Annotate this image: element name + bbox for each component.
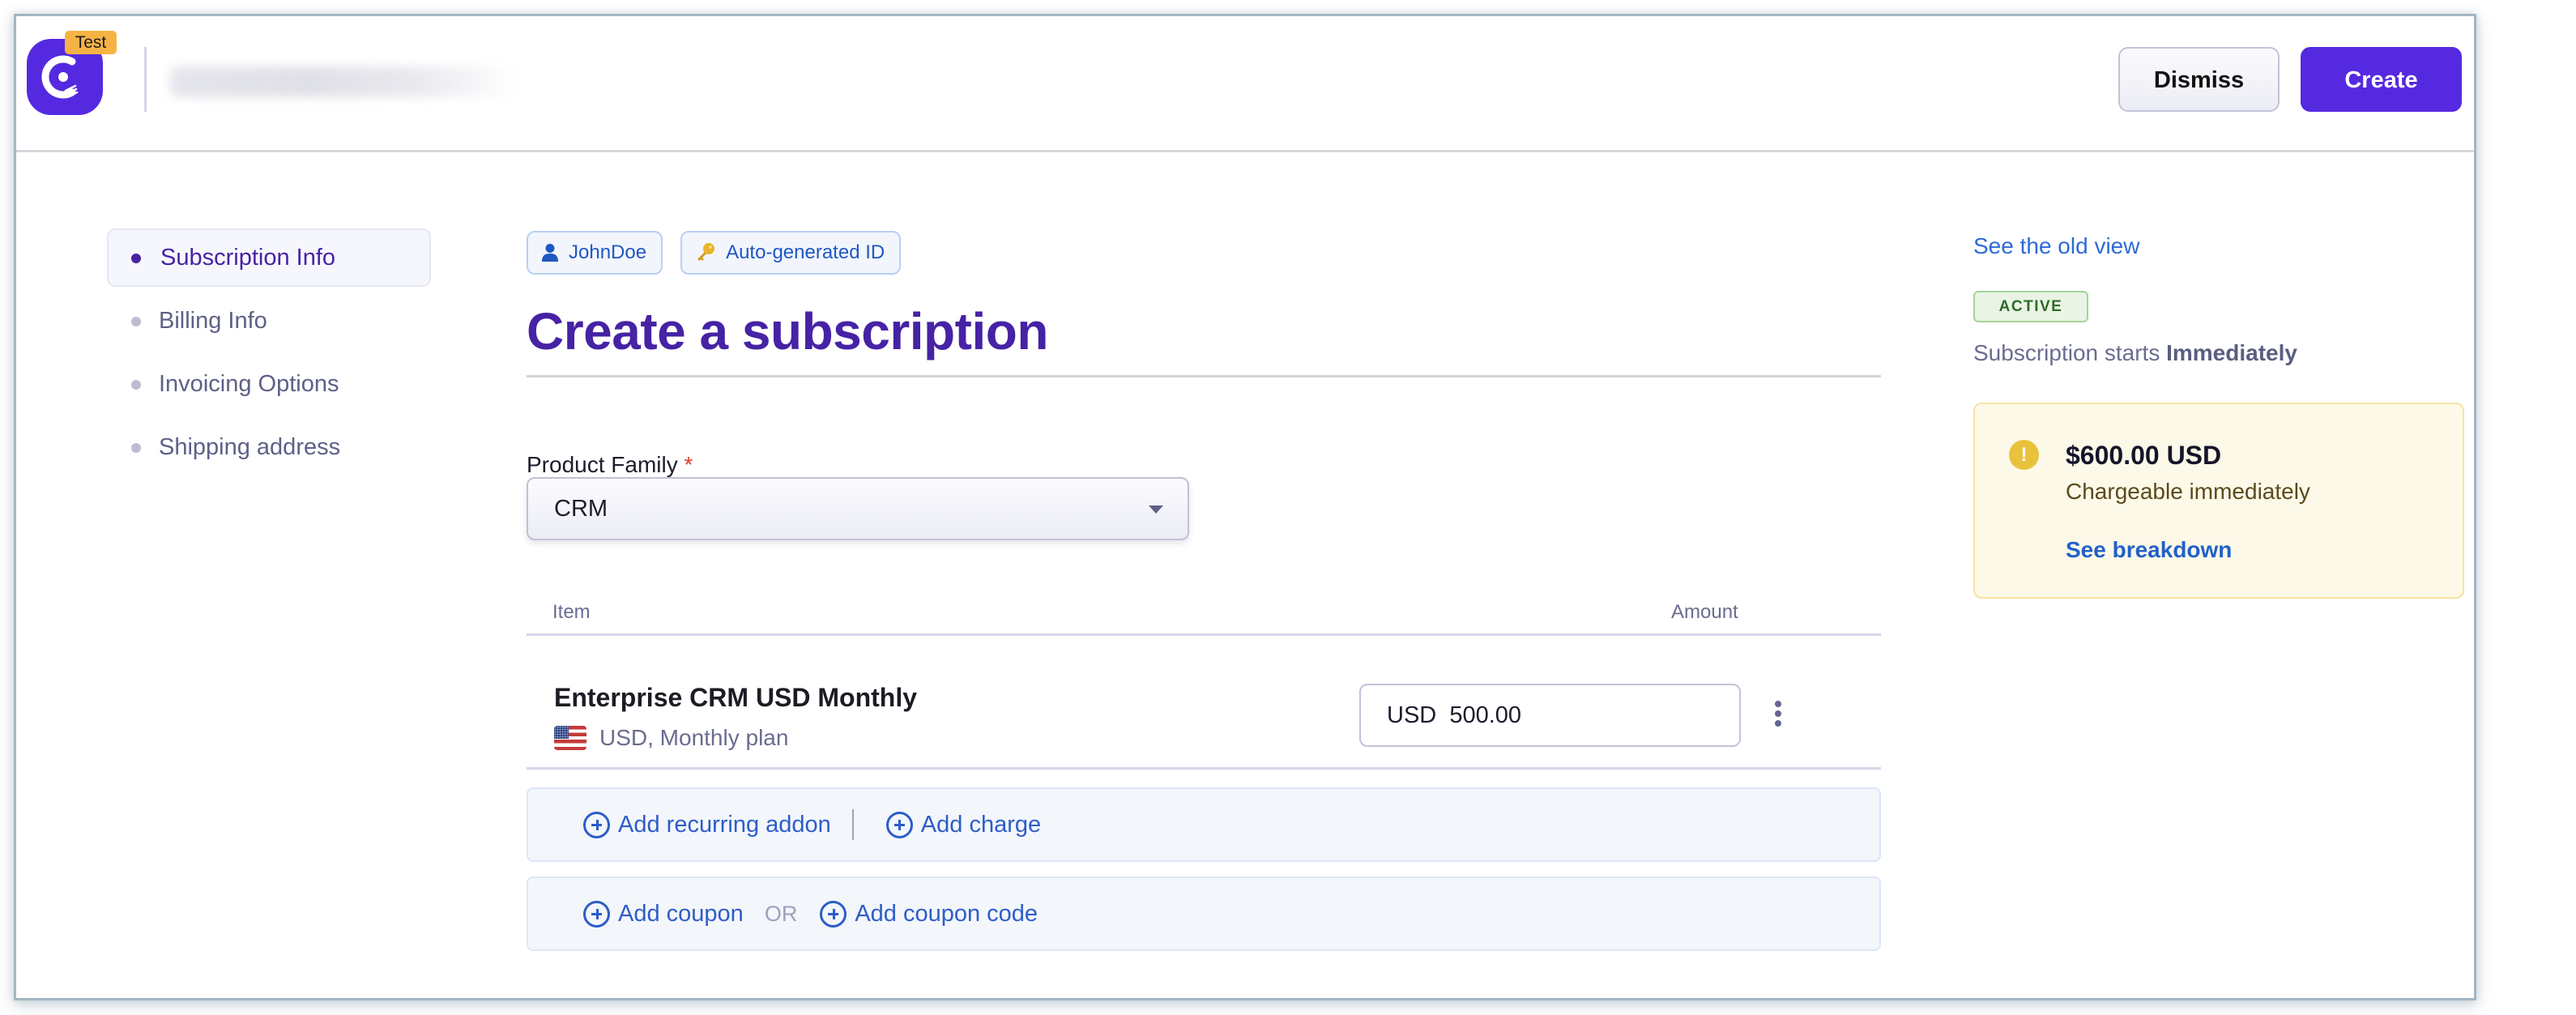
nav-item-label: Subscription Info [160,245,336,271]
charge-amount: $600.00 USD [2066,441,2222,470]
amount-input[interactable]: USD 500.00 [1359,684,1741,747]
coupon-actions-bar: Add coupon OR Add coupon code [527,876,1881,951]
product-family-select[interactable]: CRM [527,477,1189,540]
environment-badge: Test [65,31,117,54]
plan-details: USD, Monthly plan [554,725,788,751]
nav-item-label: Billing Info [159,308,267,334]
top-bar: Test Dismiss Create [16,16,2474,152]
chargebee-logo-icon [41,55,79,99]
amount-value: 500.00 [1449,702,1522,728]
amount-currency: USD [1387,702,1437,728]
title-divider [527,375,1881,377]
us-flag-icon [554,726,586,750]
plan-name: Enterprise CRM USD Monthly [554,683,918,712]
section-nav: Subscription Info Billing Info Invoicing… [107,228,431,481]
status-badge: ACTIVE [1973,291,2088,322]
add-coupon-button[interactable]: Add coupon [583,900,744,928]
start-info: Subscription starts Immediately [1973,340,2297,365]
column-header-item: Item [552,601,591,623]
app-window: Test Dismiss Create Subscription Info Bi… [14,14,2476,1000]
items-table-header: Item Amount [527,588,1881,636]
add-recurring-addon-button[interactable]: Add recurring addon [583,811,831,838]
product-family-value: CRM [554,496,608,522]
user-icon [542,244,558,262]
add-coupon-code-button[interactable]: Add coupon code [820,900,1038,928]
customer-chip[interactable]: JohnDoe [527,231,663,275]
dot-icon [131,317,141,326]
create-button[interactable]: Create [2301,47,2462,112]
required-marker: * [684,452,693,477]
key-icon [697,243,715,261]
active-dot-icon [131,254,141,263]
column-header-amount: Amount [1671,601,1738,623]
plus-circle-icon [583,811,610,838]
nav-item-label: Invoicing Options [159,371,339,397]
more-options-icon[interactable] [1772,701,1784,730]
plus-circle-icon [583,900,610,928]
dismiss-button[interactable]: Dismiss [2118,47,2280,112]
subscription-id-chip[interactable]: Auto-generated ID [680,231,902,275]
actions-divider [851,809,854,840]
nav-item-billing-info[interactable]: Billing Info [107,292,431,350]
customer-name: JohnDoe [569,241,647,263]
table-row: Enterprise CRM USD Monthly USD, Monthly … [527,636,1881,770]
page-title: Create a subscription [527,302,1048,360]
plus-circle-icon [885,811,913,838]
dot-icon [131,380,141,390]
product-family-label: Product Family * [527,452,693,477]
exclamation-icon: ! [2009,440,2039,470]
or-separator: OR [764,901,798,926]
dot-icon [131,443,141,453]
add-charge-button[interactable]: Add charge [885,811,1041,838]
plan-details-text: USD, Monthly plan [599,725,789,750]
nav-item-shipping-address[interactable]: Shipping address [107,418,431,476]
start-value: Immediately [2166,340,2297,365]
charge-note: Chargeable immediately [2066,479,2310,504]
subscription-id-label: Auto-generated ID [726,241,885,263]
nav-item-invoicing-options[interactable]: Invoicing Options [107,355,431,413]
see-breakdown-link[interactable]: See breakdown [2066,537,2232,563]
charge-summary-card: ! $600.00 USD Chargeable immediately See… [1973,403,2464,599]
caret-down-icon [1149,505,1163,514]
redacted-site-name [170,66,518,97]
meta-chips: JohnDoe Auto-generated ID [527,231,902,275]
old-view-link[interactable]: See the old view [1973,233,2139,259]
plus-circle-icon [820,900,847,928]
addon-actions-bar: Add recurring addon Add charge [527,787,1881,862]
header-divider [144,47,147,112]
nav-item-label: Shipping address [159,434,341,460]
nav-item-subscription-info[interactable]: Subscription Info [107,228,431,287]
